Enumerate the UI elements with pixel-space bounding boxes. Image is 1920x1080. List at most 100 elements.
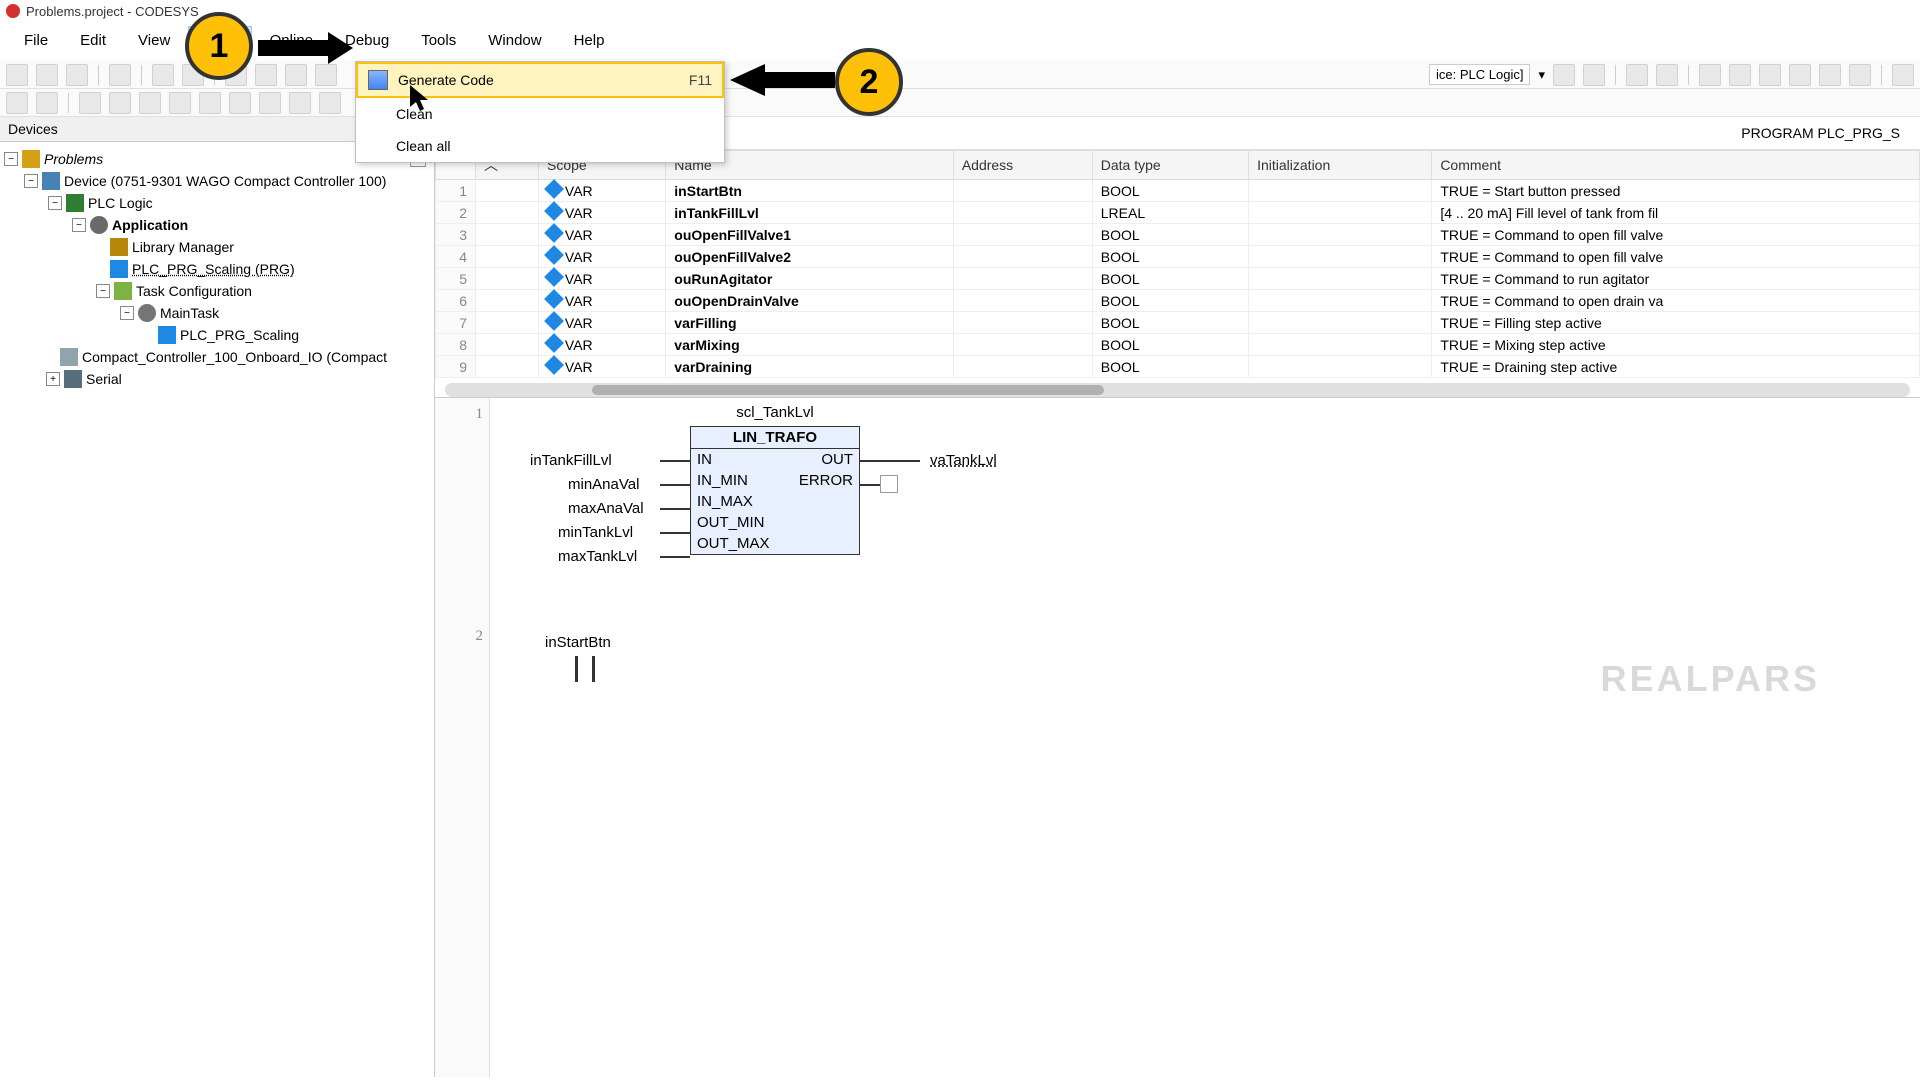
paste-icon[interactable] bbox=[285, 64, 307, 86]
horizontal-scrollbar[interactable] bbox=[445, 383, 1910, 397]
tree-task-prg[interactable]: PLC_PRG_Scaling bbox=[4, 324, 430, 346]
var-comment[interactable]: TRUE = Filling step active bbox=[1432, 312, 1920, 334]
collapse-icon[interactable]: − bbox=[4, 152, 18, 166]
var-init[interactable] bbox=[1249, 356, 1432, 378]
var-row[interactable]: 7 VARvarFillingBOOLTRUE = Filling step a… bbox=[436, 312, 1920, 334]
var-type[interactable]: BOOL bbox=[1092, 246, 1248, 268]
var-row[interactable]: 3 VARouOpenFillValve1BOOLTRUE = Command … bbox=[436, 224, 1920, 246]
var-row[interactable]: 8 VARvarMixingBOOLTRUE = Mixing step act… bbox=[436, 334, 1920, 356]
tree-task-config[interactable]: − Task Configuration bbox=[4, 280, 430, 302]
menu-clean-all[interactable]: Clean all bbox=[356, 130, 724, 162]
fb-input-var[interactable]: maxAnaVal bbox=[568, 500, 644, 517]
logout-icon[interactable] bbox=[1583, 64, 1605, 86]
undo-icon[interactable] bbox=[152, 64, 174, 86]
var-name[interactable]: ouRunAgitator bbox=[666, 268, 954, 290]
var-address[interactable] bbox=[953, 312, 1092, 334]
var-address[interactable] bbox=[953, 246, 1092, 268]
fb-input[interactable]: OUT_MAX bbox=[691, 533, 793, 554]
col-datatype[interactable]: Data type bbox=[1092, 151, 1248, 180]
var-name[interactable]: inTankFillLvl bbox=[666, 202, 954, 224]
var-init[interactable] bbox=[1249, 334, 1432, 356]
copy-icon[interactable] bbox=[255, 64, 277, 86]
var-type[interactable]: BOOL bbox=[1092, 180, 1248, 202]
breakpoint-icon[interactable] bbox=[1819, 64, 1841, 86]
var-address[interactable] bbox=[953, 356, 1092, 378]
var-init[interactable] bbox=[1249, 224, 1432, 246]
var-row[interactable]: 4 VARouOpenFillValve2BOOLTRUE = Command … bbox=[436, 246, 1920, 268]
expand-icon[interactable]: + bbox=[46, 372, 60, 386]
fb-output[interactable]: ERROR bbox=[793, 470, 859, 491]
var-address[interactable] bbox=[953, 290, 1092, 312]
step-into-icon[interactable] bbox=[1729, 64, 1751, 86]
fb-output[interactable]: OUT bbox=[793, 449, 859, 470]
var-name[interactable]: varDraining bbox=[666, 356, 954, 378]
misc-icon[interactable] bbox=[1892, 64, 1914, 86]
fbd-tool-icon[interactable] bbox=[79, 92, 101, 114]
tree-device[interactable]: − Device (0751-9301 WAGO Compact Control… bbox=[4, 170, 430, 192]
var-type[interactable]: BOOL bbox=[1092, 224, 1248, 246]
var-row[interactable]: 2 VARinTankFillLvlLREAL[4 .. 20 mA] Fill… bbox=[436, 202, 1920, 224]
var-name[interactable]: varMixing bbox=[666, 334, 954, 356]
var-row[interactable]: 9 VARvarDrainingBOOLTRUE = Draining step… bbox=[436, 356, 1920, 378]
menu-help[interactable]: Help bbox=[560, 26, 619, 57]
delete-icon[interactable] bbox=[315, 64, 337, 86]
var-comment[interactable]: TRUE = Start button pressed bbox=[1432, 180, 1920, 202]
contact-var[interactable]: inStartBtn bbox=[545, 634, 611, 651]
function-block[interactable]: LIN_TRAFO IN IN_MIN IN_MAX OUT_MIN OUT_M… bbox=[690, 426, 860, 555]
stop-icon[interactable] bbox=[1656, 64, 1678, 86]
var-address[interactable] bbox=[953, 224, 1092, 246]
var-init[interactable] bbox=[1249, 312, 1432, 334]
fb-instance-name[interactable]: scl_TankLvl bbox=[690, 404, 860, 421]
save-icon[interactable] bbox=[66, 64, 88, 86]
var-row[interactable]: 5 VARouRunAgitatorBOOLTRUE = Command to … bbox=[436, 268, 1920, 290]
fb-input[interactable]: IN_MIN bbox=[691, 470, 793, 491]
fb-input-var[interactable]: minTankLvl bbox=[558, 524, 633, 541]
menu-view[interactable]: View bbox=[124, 26, 184, 57]
new-icon[interactable] bbox=[6, 64, 28, 86]
fbd-tool-icon[interactable] bbox=[169, 92, 191, 114]
menu-edit[interactable]: Edit bbox=[66, 26, 120, 57]
col-address[interactable]: Address bbox=[953, 151, 1092, 180]
var-name[interactable]: ouOpenFillValve2 bbox=[666, 246, 954, 268]
var-type[interactable]: BOOL bbox=[1092, 312, 1248, 334]
fbd-tool-icon[interactable] bbox=[6, 92, 28, 114]
fbd-tool-icon[interactable] bbox=[36, 92, 58, 114]
fbd-tool-icon[interactable] bbox=[289, 92, 311, 114]
force-icon[interactable] bbox=[1849, 64, 1871, 86]
tree-application[interactable]: − Application bbox=[4, 214, 430, 236]
collapse-icon[interactable]: − bbox=[24, 174, 38, 188]
var-type[interactable]: BOOL bbox=[1092, 334, 1248, 356]
normally-open-contact[interactable] bbox=[575, 656, 595, 682]
fbd-canvas[interactable]: scl_TankLvl LIN_TRAFO IN IN_MIN IN_MAX O… bbox=[490, 398, 1920, 1077]
tree-serial[interactable]: + Serial bbox=[4, 368, 430, 390]
var-address[interactable] bbox=[953, 202, 1092, 224]
fbd-tool-icon[interactable] bbox=[199, 92, 221, 114]
var-name[interactable]: inStartBtn bbox=[666, 180, 954, 202]
fb-input-var[interactable]: inTankFillLvl bbox=[530, 452, 612, 469]
var-address[interactable] bbox=[953, 180, 1092, 202]
collapse-icon[interactable]: − bbox=[72, 218, 86, 232]
var-init[interactable] bbox=[1249, 180, 1432, 202]
col-init[interactable]: Initialization bbox=[1249, 151, 1432, 180]
fb-input[interactable]: OUT_MIN bbox=[691, 512, 793, 533]
var-comment[interactable]: TRUE = Draining step active bbox=[1432, 356, 1920, 378]
fb-input[interactable]: IN bbox=[691, 449, 793, 470]
fbd-tool-icon[interactable] bbox=[319, 92, 341, 114]
fb-unassigned-output[interactable] bbox=[880, 475, 898, 493]
var-init[interactable] bbox=[1249, 202, 1432, 224]
fb-input-var[interactable]: minAnaVal bbox=[568, 476, 639, 493]
var-type[interactable]: BOOL bbox=[1092, 356, 1248, 378]
fbd-tool-icon[interactable] bbox=[139, 92, 161, 114]
fbd-tool-icon[interactable] bbox=[229, 92, 251, 114]
var-name[interactable]: varFilling bbox=[666, 312, 954, 334]
var-name[interactable]: ouOpenDrainValve bbox=[666, 290, 954, 312]
var-comment[interactable]: TRUE = Command to open drain va bbox=[1432, 290, 1920, 312]
var-init[interactable] bbox=[1249, 268, 1432, 290]
login-icon[interactable] bbox=[1553, 64, 1575, 86]
var-type[interactable]: LREAL bbox=[1092, 202, 1248, 224]
var-init[interactable] bbox=[1249, 246, 1432, 268]
var-comment[interactable]: TRUE = Command to open fill valve bbox=[1432, 246, 1920, 268]
fb-input[interactable]: IN_MAX bbox=[691, 491, 793, 512]
fbd-tool-icon[interactable] bbox=[259, 92, 281, 114]
dropdown-icon[interactable]: ▾ bbox=[1538, 67, 1545, 83]
